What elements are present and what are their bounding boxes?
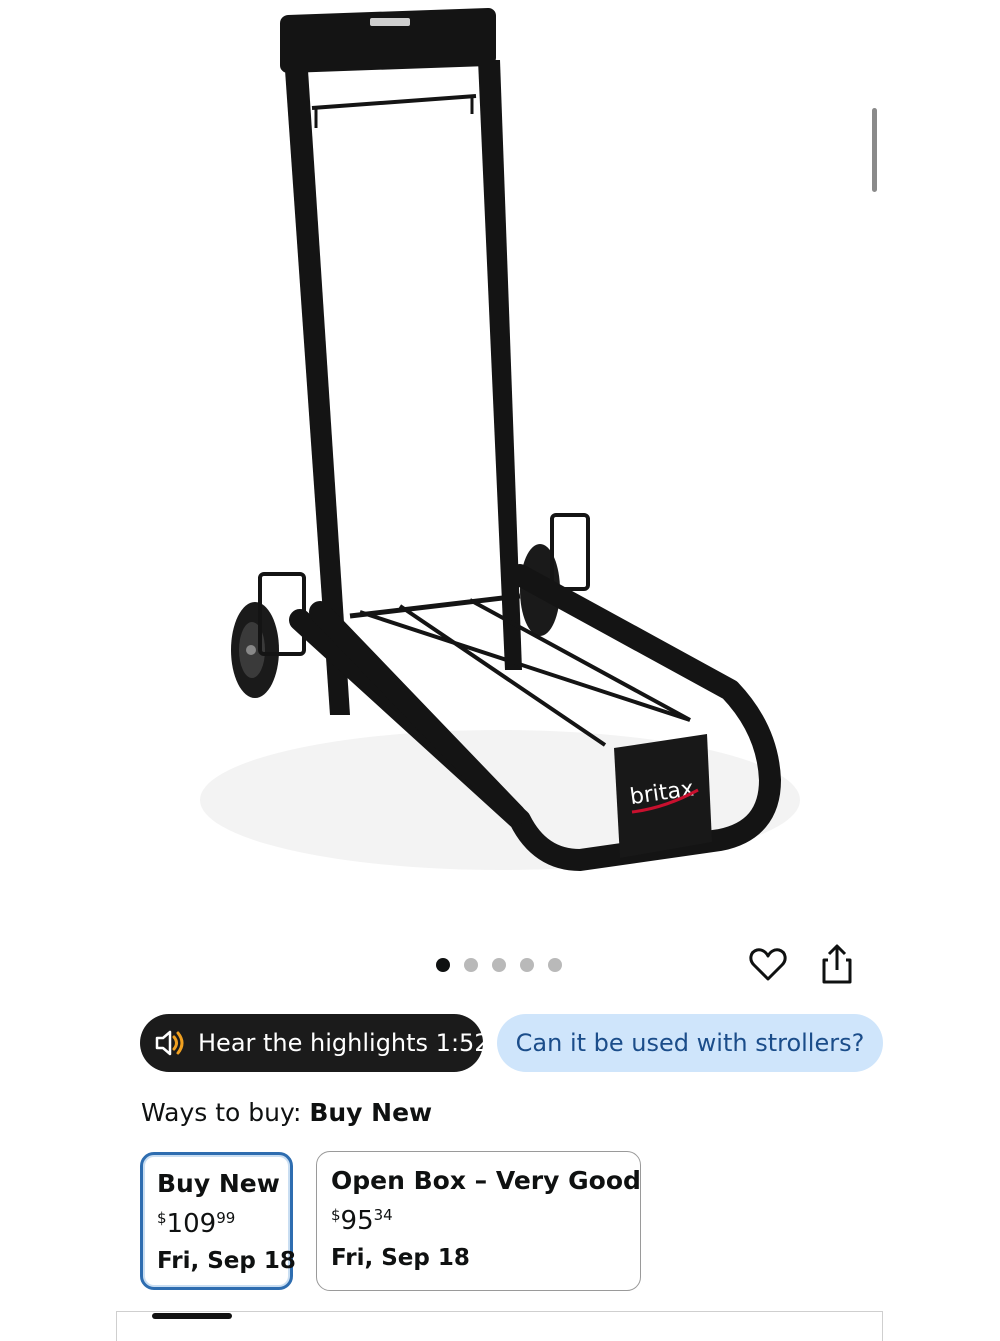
buy-option-new[interactable]: Buy New $10999 Fri, Sep 18 [140,1152,296,1290]
image-carousel-dots[interactable] [436,957,562,973]
ways-to-buy-prefix: Ways to buy: [141,1098,302,1127]
option-delivery-date: Fri, Sep 18 [331,1245,470,1271]
price-fraction: 34 [373,1206,393,1224]
price-currency: $ [331,1206,341,1224]
share-icon[interactable] [816,942,858,986]
heart-icon[interactable] [748,944,788,984]
product-image[interactable]: britax [0,0,1000,935]
carousel-dot-1[interactable] [436,958,450,972]
hear-highlights-label: Hear the highlights 1:52 [198,1029,490,1057]
price-whole: 95 [340,1206,374,1236]
option-price: $9534 [331,1200,626,1239]
carousel-dot-2[interactable] [464,958,478,972]
suggested-question-chip[interactable]: Can it be used with strollers? [497,1014,883,1072]
price-currency: $ [157,1209,167,1227]
option-title: Buy New [157,1169,280,1198]
hear-highlights-button[interactable]: Hear the highlights 1:52 [140,1014,490,1072]
option-price: $10999 [157,1203,276,1242]
price-whole: 109 [166,1209,217,1239]
price-fraction: 99 [216,1209,236,1227]
carousel-dot-4[interactable] [520,958,534,972]
next-section-tab-indicator [152,1313,232,1319]
ways-to-buy-heading: Ways to buy: Buy New [141,1098,432,1127]
suggested-question-label: Can it be used with strollers? [515,1029,865,1057]
carousel-dot-3[interactable] [492,958,506,972]
ways-to-buy-selected: Buy New [309,1098,433,1127]
option-delivery-date: Fri, Sep 18 [157,1248,296,1274]
wheel-left [231,602,279,698]
carousel-dot-5[interactable] [548,958,562,972]
image-scroll-indicator [872,108,877,192]
buy-option-open-box[interactable]: Open Box – Very Good $9534 Fri, Sep 18 [316,1151,641,1291]
product-photo-cart: britax [200,7,800,871]
speaker-icon [154,1028,188,1058]
option-title: Open Box – Very Good [331,1166,641,1195]
